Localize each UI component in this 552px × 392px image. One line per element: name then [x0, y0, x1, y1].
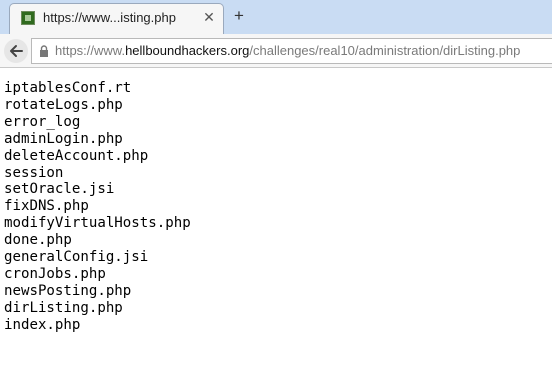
tab-title: https://www...isting.php: [43, 10, 176, 25]
file-item: iptablesConf.rt: [4, 80, 132, 96]
file-item: rotateLogs.php: [4, 96, 123, 113]
tab-strip: https://www...isting.php ✕ +: [0, 0, 552, 34]
file-item: modifyVirtualHosts.php: [4, 215, 191, 232]
file-item: error_log: [4, 113, 81, 130]
file-item: setOracle.jsi: [4, 181, 115, 198]
close-icon[interactable]: ✕: [201, 9, 217, 25]
lock-icon: [40, 45, 48, 57]
url-domain: hellboundhackers.org: [125, 43, 250, 58]
favicon-icon: [21, 11, 35, 25]
file-item: deleteAccount.php: [4, 147, 149, 164]
url-path: /challenges/real10/administration/dirLis…: [249, 43, 521, 58]
address-bar[interactable]: https://www.hellboundhackers.org/challen…: [31, 38, 552, 64]
back-arrow-icon: [10, 45, 23, 57]
new-tab-button[interactable]: +: [230, 7, 248, 25]
file-item: generalConfig.jsi: [4, 249, 149, 266]
back-button[interactable]: [4, 39, 28, 63]
file-item: index.php: [4, 316, 81, 333]
browser-tab[interactable]: https://www...isting.php ✕: [9, 3, 224, 34]
file-item: session: [4, 164, 64, 181]
file-item: newsPosting.php: [4, 282, 132, 299]
url-prefix: https://www.: [55, 43, 126, 58]
browser-toolbar: https://www.hellboundhackers.org/challen…: [0, 34, 552, 68]
file-item: adminLogin.php: [4, 130, 123, 147]
url-text[interactable]: https://www.hellboundhackers.org/challen…: [55, 43, 520, 58]
file-item: fixDNS.php: [4, 198, 89, 215]
file-item: done.php: [4, 232, 72, 249]
directory-listing: iptablesConf.rt rotateLogs.php error_log…: [4, 80, 544, 334]
file-item: cronJobs.php: [4, 265, 106, 282]
file-item: dirListing.php: [4, 299, 123, 316]
